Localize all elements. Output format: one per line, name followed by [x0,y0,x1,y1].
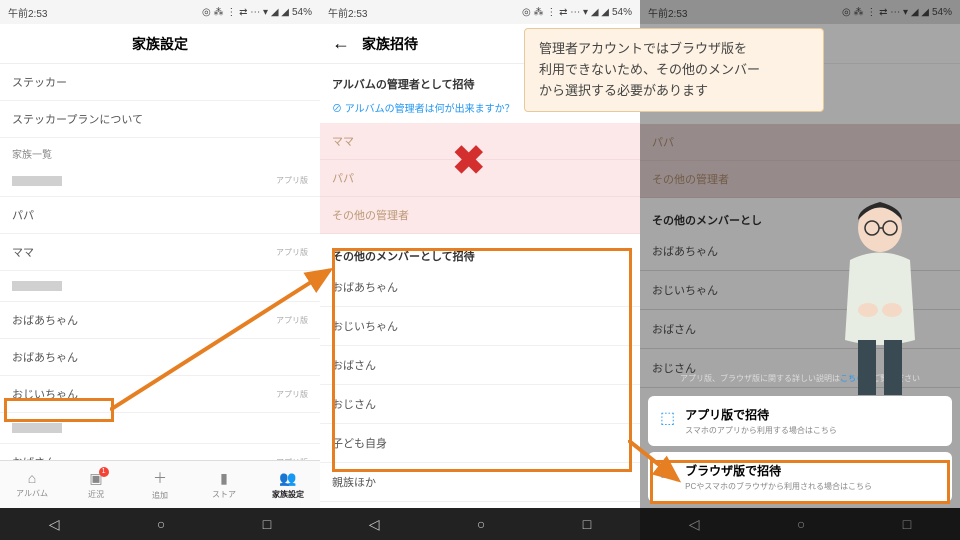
page-title: 家族設定 [12,34,308,54]
admin-list: ママ パパ その他の管理者 [320,123,640,234]
family-row[interactable]: おばさんアプリ版 [0,444,320,460]
tab-add[interactable]: ＋追加 [128,461,192,508]
family-row[interactable]: ママアプリ版 [0,234,320,271]
family-list-header: 家族一覧 [0,138,320,165]
back-icon[interactable]: ◁ [49,516,60,533]
back-icon[interactable]: ◁ [369,516,380,533]
home-icon[interactable]: ○ [477,516,485,532]
tab-album[interactable]: ⌂アルバム [0,461,64,508]
invite-app-option[interactable]: ⬚ アプリ版で招待スマホのアプリから利用する場合はこちら [648,396,952,446]
bag-icon: ▮ [220,470,228,487]
chat-icon: ▣1 [89,470,102,487]
laptop-icon: ▭ [660,464,675,484]
plus-icon: ＋ [153,468,167,488]
android-nav-bar: ◁ ○ □ [320,508,640,540]
member-row[interactable]: おばあちゃん [320,268,640,307]
phone-icon: ⬚ [660,408,675,428]
member-list: おばあちゃん おじいちゃん おばさん おじさん 子ども自身 親族ほか その他の一… [320,268,640,508]
screen-family-settings: 午前2:53 ◎ ⁂ ⋮ ⇄ ⋯ ▾ ◢ ◢54% 家族設定 ステッカー ステッ… [0,0,320,540]
app-bar: 家族設定 [0,24,320,64]
bottom-tab-bar: ⌂アルバム ▣1近況 ＋追加 ▮ストア 👥家族設定 [0,460,320,508]
recents-icon[interactable]: □ [583,516,591,532]
invite-browser-option[interactable]: ▭ ブラウザ版で招待PCやスマホのブラウザから利用される場合はこちら [648,452,952,502]
home-icon[interactable]: ○ [157,516,165,532]
member-row[interactable]: おじさん [320,385,640,424]
person-illustration [820,190,940,400]
member-row[interactable]: 子ども自身 [320,424,640,463]
explanation-callout: 管理者アカウントではブラウザ版を 利用できないため、その他のメンバー から選択す… [524,28,824,112]
family-row[interactable] [0,271,320,302]
family-row[interactable] [0,413,320,444]
family-row[interactable]: おばあちゃんアプリ版 [0,302,320,339]
back-button[interactable]: ← [332,33,350,54]
member-row[interactable]: おばさん [320,346,640,385]
admin-row-papa[interactable]: パパ [320,160,640,197]
recents-icon[interactable]: □ [263,516,271,532]
people-icon: 👥 [279,470,296,487]
family-row[interactable]: おじいちゃんアプリ版 [0,376,320,413]
sticker-plan-row[interactable]: ステッカープランについて [0,101,320,138]
member-invite-header: その他のメンバーとして招待 [320,234,640,268]
tab-store[interactable]: ▮ストア [192,461,256,508]
status-bar: 午前2:53 ◎ ⁂ ⋮ ⇄ ⋯ ▾ ◢ ◢54% [0,0,320,24]
member-row[interactable]: おじいちゃん [320,307,640,346]
family-row[interactable]: おばあちゃん [0,339,320,376]
home-icon: ⌂ [28,470,36,486]
member-row[interactable]: 親族ほか [320,463,640,502]
family-row[interactable]: パパ [0,197,320,234]
family-row[interactable]: アプリ版 [0,165,320,197]
admin-row-mama[interactable]: ママ [320,123,640,160]
page-title: 家族招待 [362,34,418,54]
status-bar: 午前2:53 ◎ ⁂ ⋮ ⇄ ⋯ ▾ ◢ ◢54% [320,0,640,24]
tab-family-settings[interactable]: 👥家族設定 [256,461,320,508]
sticker-row[interactable]: ステッカー [0,64,320,101]
tab-recent[interactable]: ▣1近況 [64,461,128,508]
admin-row-other[interactable]: その他の管理者 [320,197,640,234]
android-nav-bar: ◁ ○ □ [0,508,320,540]
